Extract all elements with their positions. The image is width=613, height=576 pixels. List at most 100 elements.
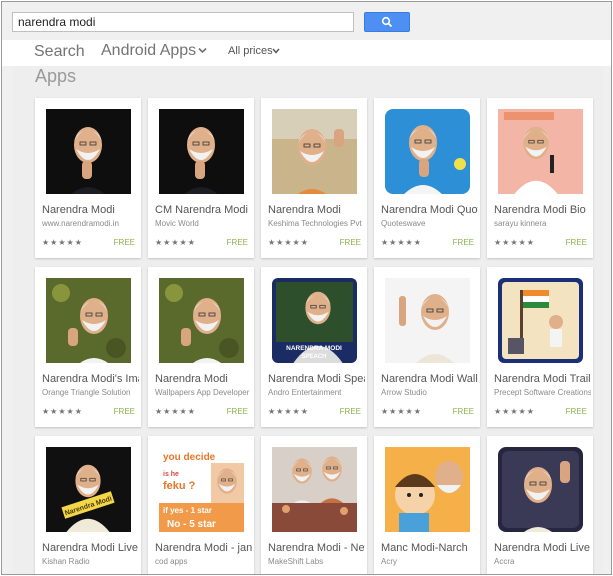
app-card[interactable]: Narendra Modi Quotes Quoteswave ★★★★★ FREE: [374, 98, 480, 258]
section-title: Apps: [35, 66, 77, 86]
rating-stars-icon: ★★★★★: [268, 407, 309, 416]
app-card[interactable]: Narendra Modi Wallpapers App Developer ★★★…: [148, 267, 254, 427]
app-title[interactable]: Narendra Modi Live: [494, 542, 591, 554]
app-developer[interactable]: Andro Entertainment: [268, 388, 365, 397]
rating-stars-icon: ★★★★★: [42, 407, 83, 416]
svg-text:No - 5 star: No - 5 star: [167, 519, 216, 530]
price-label: FREE: [565, 407, 587, 416]
rating-stars-icon: ★★★★★: [381, 238, 422, 247]
app-icon[interactable]: you decide is he feku ? if yes - 1 star No …: [159, 447, 244, 532]
price-label: FREE: [226, 238, 248, 247]
results-panel: Apps Narendra Modi www.narendramodi.in ★★★…: [13, 66, 603, 574]
app-developer[interactable]: cod apps: [155, 557, 252, 566]
app-icon[interactable]: NARENDRA MODI SPEACH: [272, 278, 357, 363]
app-card[interactable]: Narendra Modi - News MakeShift Labs: [261, 436, 367, 574]
app-card[interactable]: you decide is he feku ? if yes - 1 star No …: [148, 436, 254, 574]
search-bar: narendra modi: [2, 2, 611, 40]
app-card[interactable]: Narendra Modi's Images Orange Triangle So…: [35, 267, 141, 427]
app-title[interactable]: CM Narendra Modi: [155, 204, 252, 216]
app-card[interactable]: Narendra Modi www.narendramodi.in ★★★★★ FRE…: [35, 98, 141, 258]
rating-stars-icon: ★★★★★: [155, 238, 196, 247]
svg-text:SPEACH: SPEACH: [301, 354, 326, 360]
app-icon[interactable]: [385, 278, 470, 363]
nav-search-link[interactable]: Search: [34, 43, 85, 61]
app-title[interactable]: Narendra Modi: [155, 373, 252, 385]
price-label: FREE: [113, 238, 135, 247]
rating-stars-icon: ★★★★★: [268, 238, 309, 247]
app-card[interactable]: Narendra Modi Trail Precept Software Crea…: [487, 267, 593, 427]
app-title[interactable]: Narendra Modi Bio: [494, 204, 591, 216]
app-developer[interactable]: Movic World: [155, 219, 252, 228]
search-input[interactable]: narendra modi: [12, 12, 354, 32]
rating-stars-icon: ★★★★★: [494, 238, 535, 247]
price-label: FREE: [226, 407, 248, 416]
app-card[interactable]: Narendra Modi Wallpapers Arrow Studio ★★★★…: [374, 267, 480, 427]
app-title[interactable]: Narendra Modi Wallpapers: [381, 373, 478, 385]
category-dropdown[interactable]: Android Apps: [101, 42, 196, 60]
app-card[interactable]: Manc Modi-Narch Acry: [374, 436, 480, 574]
category-nav: Search Android Apps All prices: [2, 40, 611, 66]
app-card[interactable]: NARENDRA MODI SPEACH Narendra Modi Speach A…: [261, 267, 367, 427]
app-card[interactable]: Narendra Modi Live Accra: [487, 436, 593, 574]
price-label: FREE: [452, 407, 474, 416]
app-developer[interactable]: Keshima Technologies Pvt: [268, 219, 365, 228]
app-icon[interactable]: [498, 109, 583, 194]
app-icon[interactable]: [159, 278, 244, 363]
price-label: FREE: [339, 238, 361, 247]
app-icon[interactable]: [159, 109, 244, 194]
price-label: FREE: [113, 407, 135, 416]
app-card[interactable]: Narendra Modi Narendra Modi Live Kishan Ra…: [35, 436, 141, 574]
rating-stars-icon: ★★★★★: [494, 407, 535, 416]
app-title[interactable]: Narendra Modi Trail: [494, 373, 591, 385]
rating-stars-icon: ★★★★★: [42, 238, 83, 247]
rating-stars-icon: ★★★★★: [155, 407, 196, 416]
app-card[interactable]: Narendra Modi Keshima Technologies Pvt ★★★…: [261, 98, 367, 258]
app-developer[interactable]: Orange Triangle Solution: [42, 388, 139, 397]
price-label: FREE: [339, 407, 361, 416]
app-developer[interactable]: www.narendramodi.in: [42, 219, 139, 228]
app-card[interactable]: CM Narendra Modi Movic World ★★★★★ FREE: [148, 98, 254, 258]
svg-text:feku ?: feku ?: [163, 480, 196, 492]
price-label: FREE: [452, 238, 474, 247]
app-title[interactable]: Manc Modi-Narch: [381, 542, 478, 554]
app-icon[interactable]: [498, 278, 583, 363]
app-card[interactable]: Narendra Modi Bio sarayu kinnera ★★★★★ FREE: [487, 98, 593, 258]
app-developer[interactable]: sarayu kinnera: [494, 219, 591, 228]
app-title[interactable]: Narendra Modi Quotes: [381, 204, 478, 216]
app-developer[interactable]: Precept Software Creations: [494, 388, 591, 397]
app-developer[interactable]: Kishan Radio: [42, 557, 139, 566]
app-title[interactable]: Narendra Modi Live: [42, 542, 139, 554]
app-icon[interactable]: [385, 109, 470, 194]
app-icon[interactable]: [46, 109, 131, 194]
app-icon[interactable]: [272, 109, 357, 194]
app-icon[interactable]: [498, 447, 583, 532]
app-icon[interactable]: Narendra Modi: [46, 447, 131, 532]
app-title[interactable]: Narendra Modi Speach: [268, 373, 365, 385]
chevron-down-icon[interactable]: [272, 48, 280, 54]
app-window: narendra modi Search Android Apps All pr…: [1, 1, 612, 575]
svg-text:is he: is he: [163, 471, 179, 478]
app-developer[interactable]: Quoteswave: [381, 219, 478, 228]
app-title[interactable]: Narendra Modi: [268, 204, 365, 216]
app-title[interactable]: Narendra Modi's Images: [42, 373, 139, 385]
search-icon: [381, 16, 393, 28]
app-developer[interactable]: Acry: [381, 557, 478, 566]
price-label: FREE: [565, 238, 587, 247]
app-developer[interactable]: Arrow Studio: [381, 388, 478, 397]
app-title[interactable]: Narendra Modi - News: [268, 542, 365, 554]
price-filter-dropdown[interactable]: All prices: [228, 45, 273, 57]
app-icon[interactable]: [385, 447, 470, 532]
svg-text:if yes - 1 star: if yes - 1 star: [163, 506, 212, 515]
app-icon[interactable]: [46, 278, 131, 363]
chevron-down-icon[interactable]: [198, 47, 207, 54]
app-title[interactable]: Narendra Modi - jan: [155, 542, 252, 554]
app-title[interactable]: Narendra Modi: [42, 204, 139, 216]
svg-text:NARENDRA MODI: NARENDRA MODI: [286, 345, 342, 352]
rating-stars-icon: ★★★★★: [381, 407, 422, 416]
app-developer[interactable]: Wallpapers App Developer: [155, 388, 252, 397]
svg-text:you decide: you decide: [163, 452, 216, 463]
app-developer[interactable]: MakeShift Labs: [268, 557, 365, 566]
app-icon[interactable]: [272, 447, 357, 532]
app-developer[interactable]: Accra: [494, 557, 591, 566]
search-button[interactable]: [364, 12, 410, 32]
